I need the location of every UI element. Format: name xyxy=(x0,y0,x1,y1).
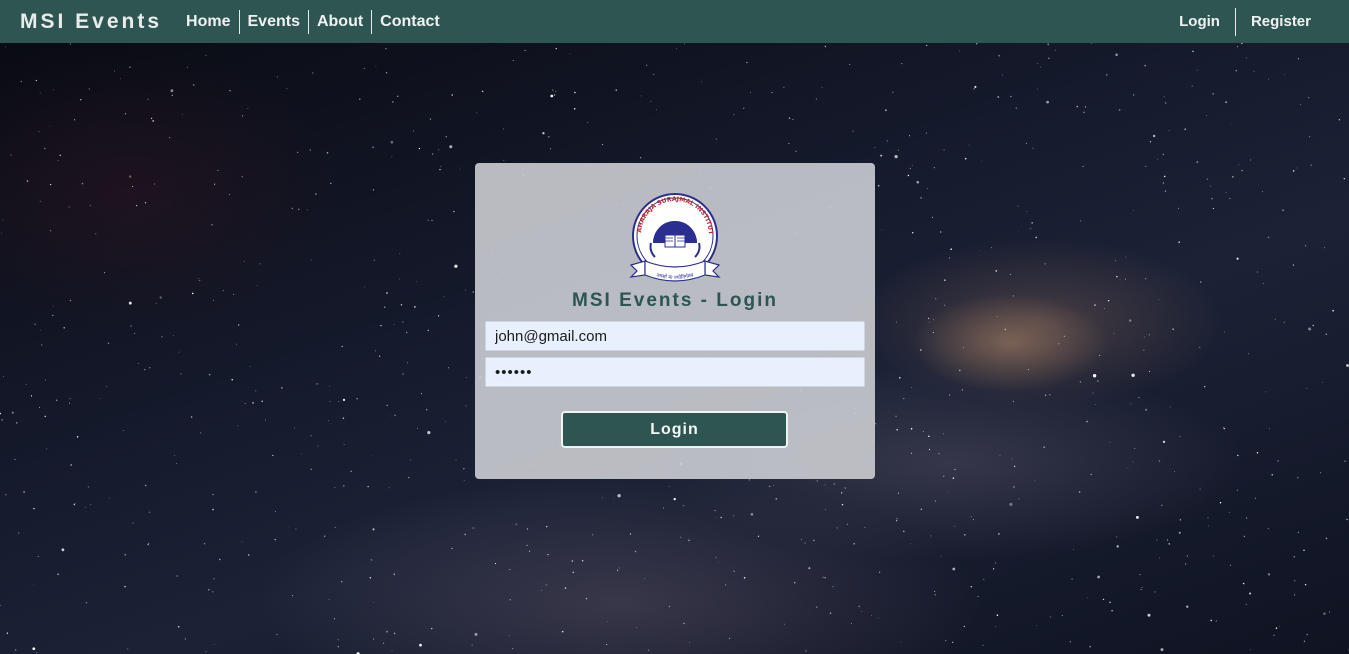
institute-logo: MAHARAJA SURAJMAL INSTITUTE तमसो मा ज्यो… xyxy=(625,191,721,282)
email-field[interactable] xyxy=(485,321,865,351)
nav-login-link[interactable]: Login xyxy=(1164,8,1235,36)
brand-logo-text[interactable]: MSI Events xyxy=(20,10,162,34)
login-title: MSI Events - Login xyxy=(572,290,778,311)
top-navbar: MSI Events Home Events About Contact Log… xyxy=(0,0,1349,43)
nav-links: Home Events About Contact xyxy=(178,9,448,34)
nav-events-link[interactable]: Events xyxy=(238,9,308,34)
nav-auth-links: Login Register xyxy=(1164,7,1326,36)
login-card: MAHARAJA SURAJMAL INSTITUTE तमसो मा ज्यो… xyxy=(475,163,875,479)
nav-register-link[interactable]: Register xyxy=(1234,7,1326,36)
login-button[interactable]: Login xyxy=(561,411,788,448)
nav-home-link[interactable]: Home xyxy=(178,10,238,34)
password-field[interactable] xyxy=(485,357,865,387)
nav-contact-link[interactable]: Contact xyxy=(371,9,448,34)
nav-about-link[interactable]: About xyxy=(307,9,371,34)
